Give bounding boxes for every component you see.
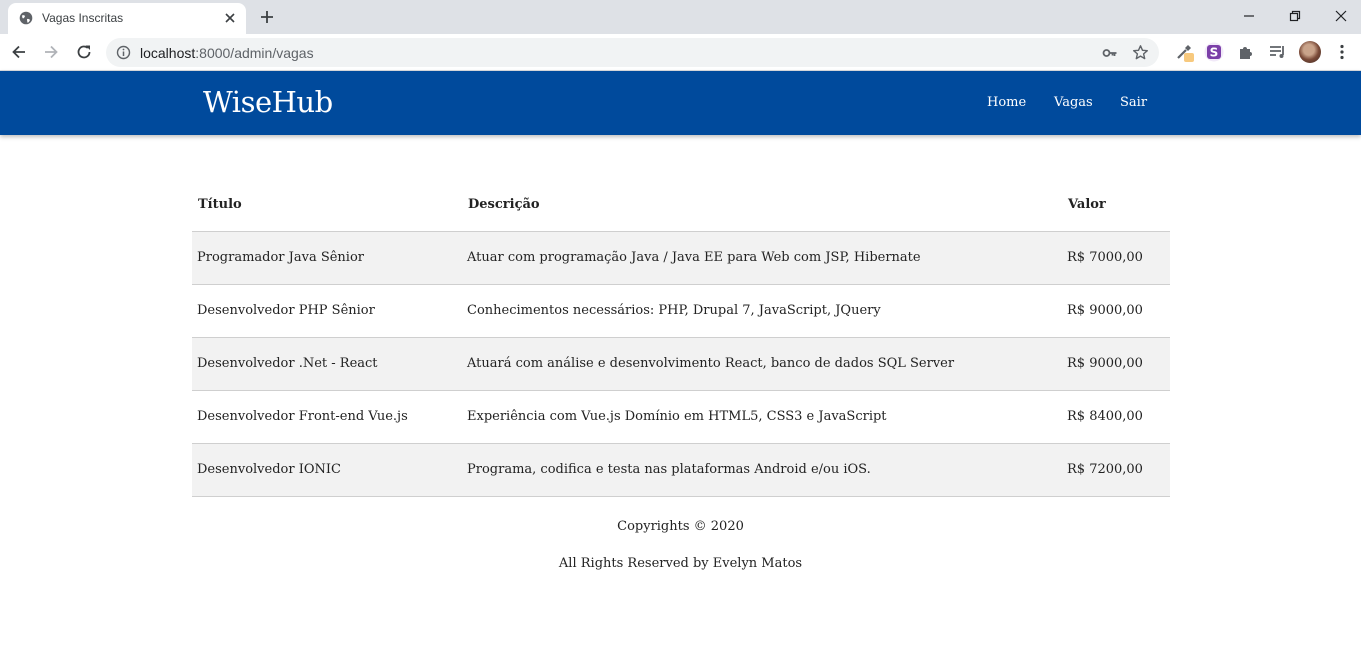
header-descricao: Descrição xyxy=(468,197,540,213)
bookmark-star-icon[interactable] xyxy=(1132,44,1149,61)
table-row: Desenvolvedor Front-end Vue.js Experiênc… xyxy=(192,389,1170,443)
menu-kebab-icon[interactable] xyxy=(1332,42,1352,62)
footer-rights: All Rights Reserved by Evelyn Matos xyxy=(558,556,803,571)
media-queue-icon[interactable] xyxy=(1268,42,1288,62)
url-text: localhost:8000/admin/vagas xyxy=(140,45,314,61)
new-tab-icon[interactable] xyxy=(258,8,276,26)
cell-descricao: Conhecimentos necessários: PHP, Drupal 7… xyxy=(462,283,1062,337)
s-extension-icon[interactable]: S xyxy=(1204,42,1224,62)
browser-toolbar: localhost:8000/admin/vagas S xyxy=(0,34,1361,71)
close-window-icon[interactable] xyxy=(1331,6,1351,26)
cell-valor: R$ 7000,00 xyxy=(1062,230,1170,284)
cell-valor: R$ 9000,00 xyxy=(1062,283,1170,337)
cell-titulo: Desenvolvedor IONIC xyxy=(192,442,462,497)
cell-titulo: Programador Java Sênior xyxy=(192,230,462,284)
cell-descricao: Atuar com programação Java / Java EE par… xyxy=(462,230,1062,284)
cell-titulo: Desenvolvedor Front-end Vue.js xyxy=(192,389,462,443)
cell-descricao: Experiência com Vue.js Domínio em HTML5,… xyxy=(462,389,1062,443)
table-row: Desenvolvedor IONIC Programa, codifica e… xyxy=(192,442,1170,497)
puzzle-extensions-icon[interactable] xyxy=(1236,42,1256,62)
back-arrow-icon[interactable] xyxy=(9,42,29,62)
tab-title: Vagas Inscritas xyxy=(42,11,124,25)
browser-tabstrip: Vagas Inscritas xyxy=(0,0,1361,34)
address-bar[interactable]: localhost:8000/admin/vagas xyxy=(106,38,1159,67)
nav-home-link[interactable]: Home xyxy=(987,95,1026,110)
cell-titulo: Desenvolvedor .Net - React xyxy=(192,336,462,390)
table-row: Programador Java Sênior Atuar com progra… xyxy=(192,230,1170,284)
table-row: Desenvolvedor PHP Sênior Conhecimentos n… xyxy=(192,283,1170,337)
brand-logo[interactable]: WiseHub xyxy=(203,85,333,119)
cell-descricao: Atuará com análise e desenvolvimento Rea… xyxy=(462,336,1062,390)
footer-copyright: Copyrights © 2020 xyxy=(617,519,744,534)
restore-icon[interactable] xyxy=(1285,6,1305,26)
cell-titulo: Desenvolvedor PHP Sênior xyxy=(192,283,462,337)
nav-sair-link[interactable]: Sair xyxy=(1120,95,1147,110)
nav-vagas-link[interactable]: Vagas xyxy=(1054,95,1093,110)
eyedropper-extension-icon[interactable] xyxy=(1174,42,1194,62)
info-icon[interactable] xyxy=(116,45,131,60)
site-header: WiseHub Home Vagas Sair xyxy=(0,71,1361,135)
cell-descricao: Programa, codifica e testa nas plataform… xyxy=(462,442,1062,497)
table-header-row: Título Descrição Valor xyxy=(192,179,1170,231)
globe-icon xyxy=(19,11,33,25)
minimize-icon[interactable] xyxy=(1239,6,1259,26)
cell-valor: R$ 9000,00 xyxy=(1062,336,1170,390)
reload-icon[interactable] xyxy=(74,42,94,62)
header-titulo: Título xyxy=(198,197,242,213)
key-icon[interactable] xyxy=(1102,45,1118,61)
profile-avatar[interactable] xyxy=(1299,41,1321,63)
forward-arrow-icon[interactable] xyxy=(41,42,61,62)
close-tab-icon[interactable] xyxy=(222,10,238,26)
s-extension-label: S xyxy=(1210,46,1219,60)
browser-tab[interactable]: Vagas Inscritas xyxy=(8,3,246,34)
cell-valor: R$ 8400,00 xyxy=(1062,389,1170,443)
table-row: Desenvolvedor .Net - React Atuará com an… xyxy=(192,336,1170,390)
vagas-table: Título Descrição Valor Programador Java … xyxy=(192,179,1170,497)
header-valor: Valor xyxy=(1068,197,1106,213)
cell-valor: R$ 7200,00 xyxy=(1062,442,1170,497)
